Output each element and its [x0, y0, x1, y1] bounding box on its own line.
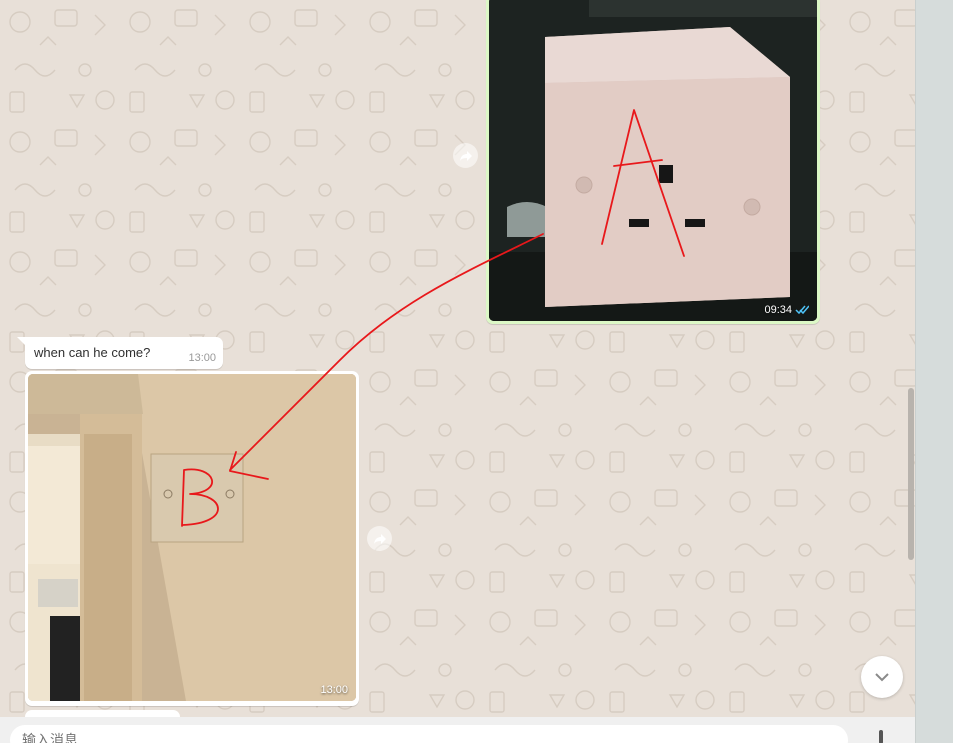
- forward-icon: [459, 150, 472, 161]
- socket-photo-b[interactable]: 13:00: [28, 374, 356, 701]
- image-timestamp: 13:00: [320, 684, 348, 696]
- image-time-text: 13:00: [320, 684, 348, 696]
- forward-button[interactable]: [367, 526, 392, 551]
- forward-button[interactable]: [453, 143, 478, 168]
- message-text: when can he come?: [34, 345, 151, 360]
- scrollbar[interactable]: [908, 388, 914, 560]
- image-time-text: 09:34: [764, 304, 792, 316]
- socket-photo-a[interactable]: 09:34: [489, 0, 817, 321]
- bubble-tail: [17, 337, 26, 346]
- incoming-text-message[interactable]: when can he come? 13:00: [17, 337, 223, 369]
- image-timestamp: 09:34: [764, 304, 809, 316]
- scroll-down-button[interactable]: [861, 656, 903, 698]
- outgoing-image-message[interactable]: 09:34: [486, 0, 820, 324]
- message-input[interactable]: [10, 725, 848, 743]
- next-message-bubble[interactable]: [25, 710, 180, 717]
- forward-icon: [373, 533, 386, 544]
- chat-pane[interactable]: 09:34 when can he come? 13:00 13:00: [0, 0, 915, 717]
- side-panel: [915, 0, 953, 743]
- chevron-down-icon: [875, 673, 889, 682]
- double-check-icon: [795, 305, 809, 315]
- chat-window: 09:34 when can he come? 13:00 13:00 输入消息: [0, 0, 953, 743]
- mic-icon[interactable]: [874, 730, 888, 743]
- composer-bar: [0, 717, 915, 743]
- incoming-image-message[interactable]: 13:00: [25, 371, 359, 706]
- message-time: 13:00: [188, 352, 216, 364]
